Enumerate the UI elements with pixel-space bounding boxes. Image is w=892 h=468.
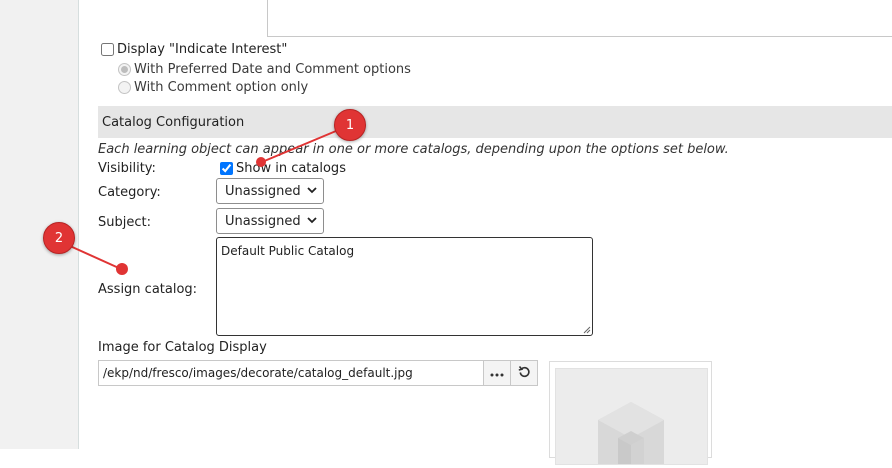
- text-area-previous[interactable]: [267, 0, 892, 37]
- callout-2-dot: [116, 263, 128, 275]
- category-select-value: Unassigned: [225, 183, 301, 199]
- ellipsis-icon: [490, 366, 504, 380]
- radio-comment-only-label: With Comment option only: [134, 80, 309, 95]
- indicate-interest-checkbox[interactable]: [101, 43, 114, 56]
- interest-option-comment-only: With Comment option only: [118, 80, 308, 95]
- indicate-interest-label[interactable]: Display "Indicate Interest": [117, 42, 287, 57]
- image-path-value: /ekp/nd/fresco/images/decorate/catalog_d…: [103, 366, 413, 380]
- category-select[interactable]: Unassigned: [216, 178, 324, 204]
- callout-2-badge: 2: [43, 222, 75, 254]
- subject-select[interactable]: Unassigned: [216, 208, 324, 234]
- reset-button[interactable]: [510, 361, 537, 385]
- show-in-catalogs-label[interactable]: Show in catalogs: [236, 161, 346, 176]
- catalog-image-preview: [549, 361, 712, 465]
- cube-placeholder-icon: [598, 402, 664, 464]
- assign-catalog-value: Default Public Catalog: [221, 244, 355, 258]
- chevron-down-icon: [306, 216, 317, 227]
- catalog-note: Each learning object can appear in one o…: [98, 142, 729, 157]
- assign-catalog-textarea[interactable]: Default Public Catalog: [216, 237, 593, 336]
- image-placeholder: [555, 368, 708, 465]
- category-label: Category:: [98, 185, 161, 200]
- assign-catalog-label: Assign catalog:: [98, 282, 198, 297]
- radio-comment-only[interactable]: [118, 81, 131, 94]
- resize-grip-icon[interactable]: [583, 326, 591, 334]
- catalog-configuration-title: Catalog Configuration: [102, 114, 245, 130]
- subject-label: Subject:: [98, 215, 151, 230]
- image-path-input[interactable]: /ekp/nd/fresco/images/decorate/catalog_d…: [98, 360, 538, 386]
- catalog-configuration-header: Catalog Configuration: [98, 106, 892, 138]
- radio-date-comment[interactable]: [118, 63, 131, 76]
- visibility-label: Visibility:: [98, 161, 156, 176]
- chevron-down-icon: [306, 186, 317, 197]
- interest-option-date-comment: With Preferred Date and Comment options: [118, 62, 411, 77]
- show-in-catalogs-row: Show in catalogs: [220, 161, 346, 176]
- show-in-catalogs-checkbox[interactable]: [220, 162, 233, 175]
- browse-button[interactable]: [483, 361, 510, 385]
- callout-1-badge: 1: [334, 109, 366, 141]
- image-catalog-label: Image for Catalog Display: [98, 340, 267, 355]
- subject-select-value: Unassigned: [225, 213, 301, 229]
- indicate-interest-row: Display "Indicate Interest": [101, 42, 287, 57]
- undo-icon: [518, 365, 531, 381]
- radio-date-comment-label: With Preferred Date and Comment options: [134, 62, 411, 77]
